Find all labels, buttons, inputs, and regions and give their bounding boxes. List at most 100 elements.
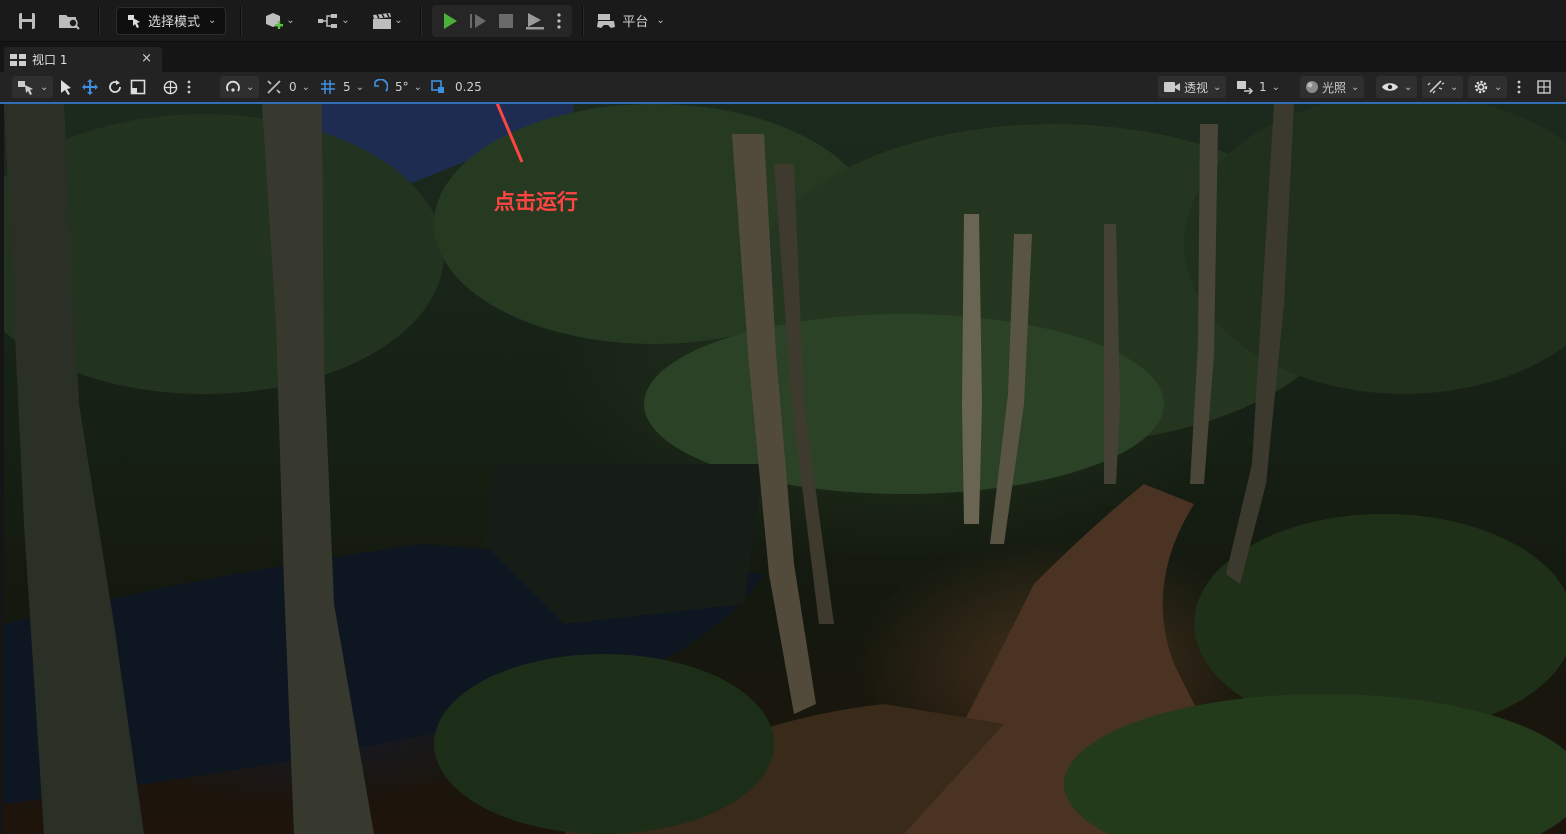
stop-icon (499, 13, 514, 28)
play-button[interactable] (438, 6, 462, 36)
chevron-down-icon: ⌄ (656, 15, 665, 26)
tab-viewport-1[interactable]: 视口 1 × (4, 47, 162, 72)
viewport-grid-icon (10, 53, 26, 66)
chevron-down-icon: ⌄ (413, 81, 423, 93)
grid-snap-value: 5 (343, 80, 351, 94)
step-forward-icon (470, 13, 487, 28)
platform-label: 平台 (622, 15, 649, 30)
grid-snap-button[interactable]: 5 ⌄ (320, 76, 364, 98)
folder-search-icon (59, 14, 80, 30)
more-options-icon (557, 12, 562, 29)
translate-tool-button[interactable] (82, 76, 98, 98)
layout-button[interactable] (1537, 76, 1551, 98)
viewport-options-button[interactable]: ⌄ (12, 76, 54, 98)
performance-button[interactable]: ⌄ (1422, 76, 1464, 98)
chevron-down-icon: ⌄ (394, 15, 403, 26)
viewport-toolbar: ⌄ ⌄ 0 ⌄ 5 ⌄ 5° ⌄ 0.25 透视 ⌄ 1 ⌄ 光照 ⌄ ⌄ ⌄ … (0, 72, 1566, 104)
scale-snap-value: 0.25 (455, 80, 482, 94)
annotation-arrow (495, 104, 524, 163)
blueprint-button[interactable]: ⌄ (314, 6, 352, 36)
viewport-tab-bar: 视口 1 × (0, 42, 1566, 72)
chevron-down-icon: ⌄ (40, 81, 49, 93)
chevron-down-icon: ⌄ (246, 81, 255, 93)
translate-snap-icon (267, 80, 281, 94)
rotate-icon (109, 80, 121, 93)
chevron-down-icon: ⌄ (355, 81, 365, 93)
mode-selector[interactable]: 选择模式 ⌄ (116, 6, 227, 35)
camera-speed-icon (1237, 81, 1254, 94)
more-options-icon (187, 80, 191, 94)
view-mode-button[interactable]: 光照 ⌄ (1300, 76, 1365, 98)
eject-play-icon (526, 12, 545, 29)
stop-button[interactable] (494, 6, 518, 36)
chevron-down-icon: ⌄ (1213, 81, 1222, 93)
play-controls (432, 4, 573, 37)
add-actor-button[interactable]: ⌄ (260, 6, 298, 36)
toolbar-divider (240, 5, 243, 36)
save-icon (19, 12, 35, 29)
translate-snap-button[interactable]: 0 ⌄ (266, 76, 310, 98)
scale-tool-button[interactable] (130, 76, 146, 98)
camera-speed-button[interactable]: 1 ⌄ (1236, 76, 1280, 98)
toolbar-divider (582, 5, 585, 36)
gamepad-icon (597, 13, 616, 28)
surface-snap-button[interactable]: ⌄ (220, 76, 260, 98)
cinematics-button[interactable]: ⌄ (368, 6, 406, 36)
lit-sphere-icon (1306, 81, 1318, 93)
layout-grid-icon (1537, 80, 1551, 94)
viewport-menu-button[interactable] (1517, 76, 1521, 98)
chevron-down-icon: ⌄ (1271, 81, 1281, 93)
save-button[interactable] (14, 6, 40, 36)
move-arrows-icon (82, 79, 98, 95)
add-cube-icon (266, 12, 284, 29)
globe-icon (163, 80, 178, 94)
scale-icon (130, 79, 146, 95)
main-toolbar: 选择模式 ⌄ ⌄ ⌄ ⌄ 平台 ⌄ (0, 0, 1566, 42)
play-icon (444, 12, 458, 29)
eject-button[interactable] (522, 6, 548, 36)
eye-icon (1382, 83, 1398, 91)
tab-title: 视口 1 (32, 53, 68, 67)
chevron-down-icon: ⌄ (301, 81, 311, 93)
browse-button[interactable] (56, 6, 82, 36)
clapperboard-icon (373, 12, 392, 29)
play-options-button[interactable] (552, 6, 566, 36)
view-type-label: 透视 (1184, 80, 1209, 95)
chevron-down-icon: ⌄ (286, 15, 295, 26)
close-icon[interactable]: × (141, 51, 152, 66)
settings-button[interactable]: ⌄ (1468, 76, 1508, 98)
coordinate-system-button[interactable] (163, 76, 191, 98)
chevron-down-icon: ⌄ (341, 15, 350, 26)
rotate-snap-icon (374, 79, 388, 92)
chevron-down-icon: ⌄ (1450, 81, 1459, 93)
scale-snap-button[interactable]: 0.25 (430, 76, 482, 98)
camera-speed-value: 1 (1259, 80, 1267, 94)
show-flags-button[interactable]: ⌄ (1376, 76, 1418, 98)
chevron-down-icon: ⌄ (208, 15, 217, 26)
select-tool-button[interactable] (60, 76, 72, 98)
view-mode-label: 光照 (1322, 80, 1347, 95)
advance-frame-button[interactable] (466, 6, 490, 36)
grid-snap-icon (321, 80, 335, 94)
chevron-down-icon: ⌄ (1351, 81, 1360, 93)
viewport-scene[interactable]: 点击运行 (4, 104, 1566, 834)
camera-icon (1164, 82, 1180, 92)
rotate-snap-button[interactable]: 5° ⌄ (372, 76, 422, 98)
rotate-tool-button[interactable] (107, 76, 123, 98)
translate-snap-value: 0 (289, 80, 297, 94)
viewport-options-icon (18, 81, 33, 95)
chevron-down-icon: ⌄ (1404, 81, 1413, 93)
mode-label: 选择模式 (148, 15, 201, 30)
select-mode-icon (128, 14, 140, 28)
forest-scene-image (4, 104, 1566, 834)
magnet-icon (226, 80, 240, 92)
gear-icon (1474, 80, 1488, 94)
scale-snap-icon (431, 80, 444, 93)
more-options-icon (1517, 80, 1521, 94)
scalability-icon (1427, 80, 1445, 94)
annotation-label: 点击运行 (494, 190, 578, 214)
blueprint-icon (318, 13, 338, 28)
toolbar-divider (420, 5, 423, 36)
view-type-button[interactable]: 透视 ⌄ (1158, 76, 1227, 98)
platform-button[interactable]: 平台 ⌄ (596, 6, 665, 36)
